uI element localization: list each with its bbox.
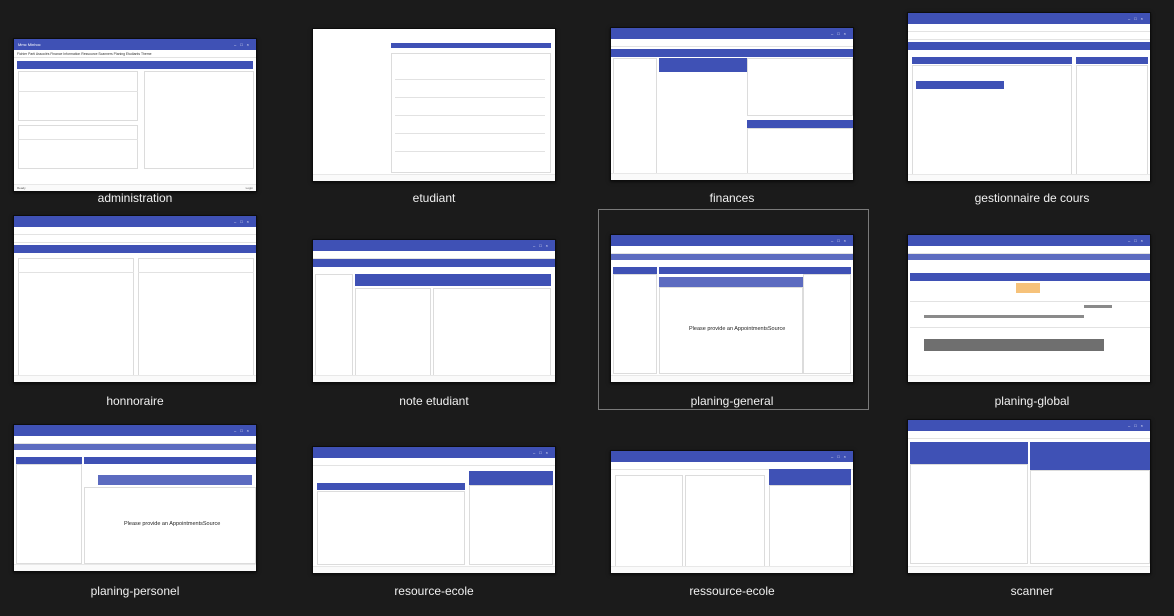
- caption-note-etudiant: note etudiant: [399, 394, 469, 408]
- caption-resource-ecole: resource-ecole: [394, 584, 474, 598]
- thumbnail-image: Mmc Minhoc –□× Fichier Parti Associés Fin…: [13, 38, 257, 192]
- thumbnail-planing-personel[interactable]: –□× Please provide an AppointmentsSource: [13, 424, 257, 572]
- thumbnail-ressource-ecole[interactable]: –□×: [610, 450, 854, 574]
- thumbnail-planing-global[interactable]: –□×: [907, 234, 1151, 383]
- thumbnail-honnoraire[interactable]: –□×: [13, 215, 257, 383]
- thumbnail-image: –□×: [907, 419, 1151, 574]
- thumbnail-etudiant[interactable]: [312, 28, 556, 182]
- thumbnail-finances[interactable]: –□×: [610, 27, 854, 181]
- caption-scanner: scanner: [1010, 584, 1054, 598]
- thumbnail-image: –□×: [610, 27, 854, 181]
- thumbnail-image: –□×: [13, 215, 257, 383]
- thumbnail-gestionnaire-de-cours[interactable]: –□×: [907, 12, 1151, 182]
- thumbnail-image: –□×: [610, 450, 854, 574]
- caption-ressource-ecole: ressource-ecole: [689, 584, 775, 598]
- thumbnail-image: –□×: [312, 446, 556, 574]
- thumbnail-image: –□×: [312, 239, 556, 383]
- thumbnail-image: –□× Please provide an AppointmentsSource: [13, 424, 257, 572]
- thumbnail-note-etudiant[interactable]: –□×: [312, 239, 556, 383]
- caption-planing-personel: planing-personel: [90, 584, 180, 598]
- thumbnail-image: –□×: [907, 234, 1151, 383]
- thumbnail-image: –□× Please provide an AppointmentsSource: [610, 234, 854, 383]
- caption-planing-general: planing-general: [690, 394, 774, 408]
- caption-honnoraire: honnoraire: [106, 394, 164, 408]
- thumbnail-scanner[interactable]: –□×: [907, 419, 1151, 574]
- caption-administration: administration: [97, 191, 173, 205]
- caption-planing-global: planing-global: [994, 394, 1070, 408]
- thumbnail-resource-ecole[interactable]: –□×: [312, 446, 556, 574]
- thumbnail-image: –□×: [907, 12, 1151, 182]
- caption-finances: finances: [709, 191, 755, 205]
- caption-etudiant: etudiant: [412, 191, 456, 205]
- thumbnail-administration[interactable]: Mmc Minhoc –□× Fichier Parti Associés Fin…: [13, 38, 257, 192]
- thumbnail-planing-general[interactable]: –□× Please provide an AppointmentsSource: [610, 234, 854, 383]
- thumbnail-image: [312, 28, 556, 182]
- caption-gestionnaire-de-cours: gestionnaire de cours: [974, 191, 1090, 205]
